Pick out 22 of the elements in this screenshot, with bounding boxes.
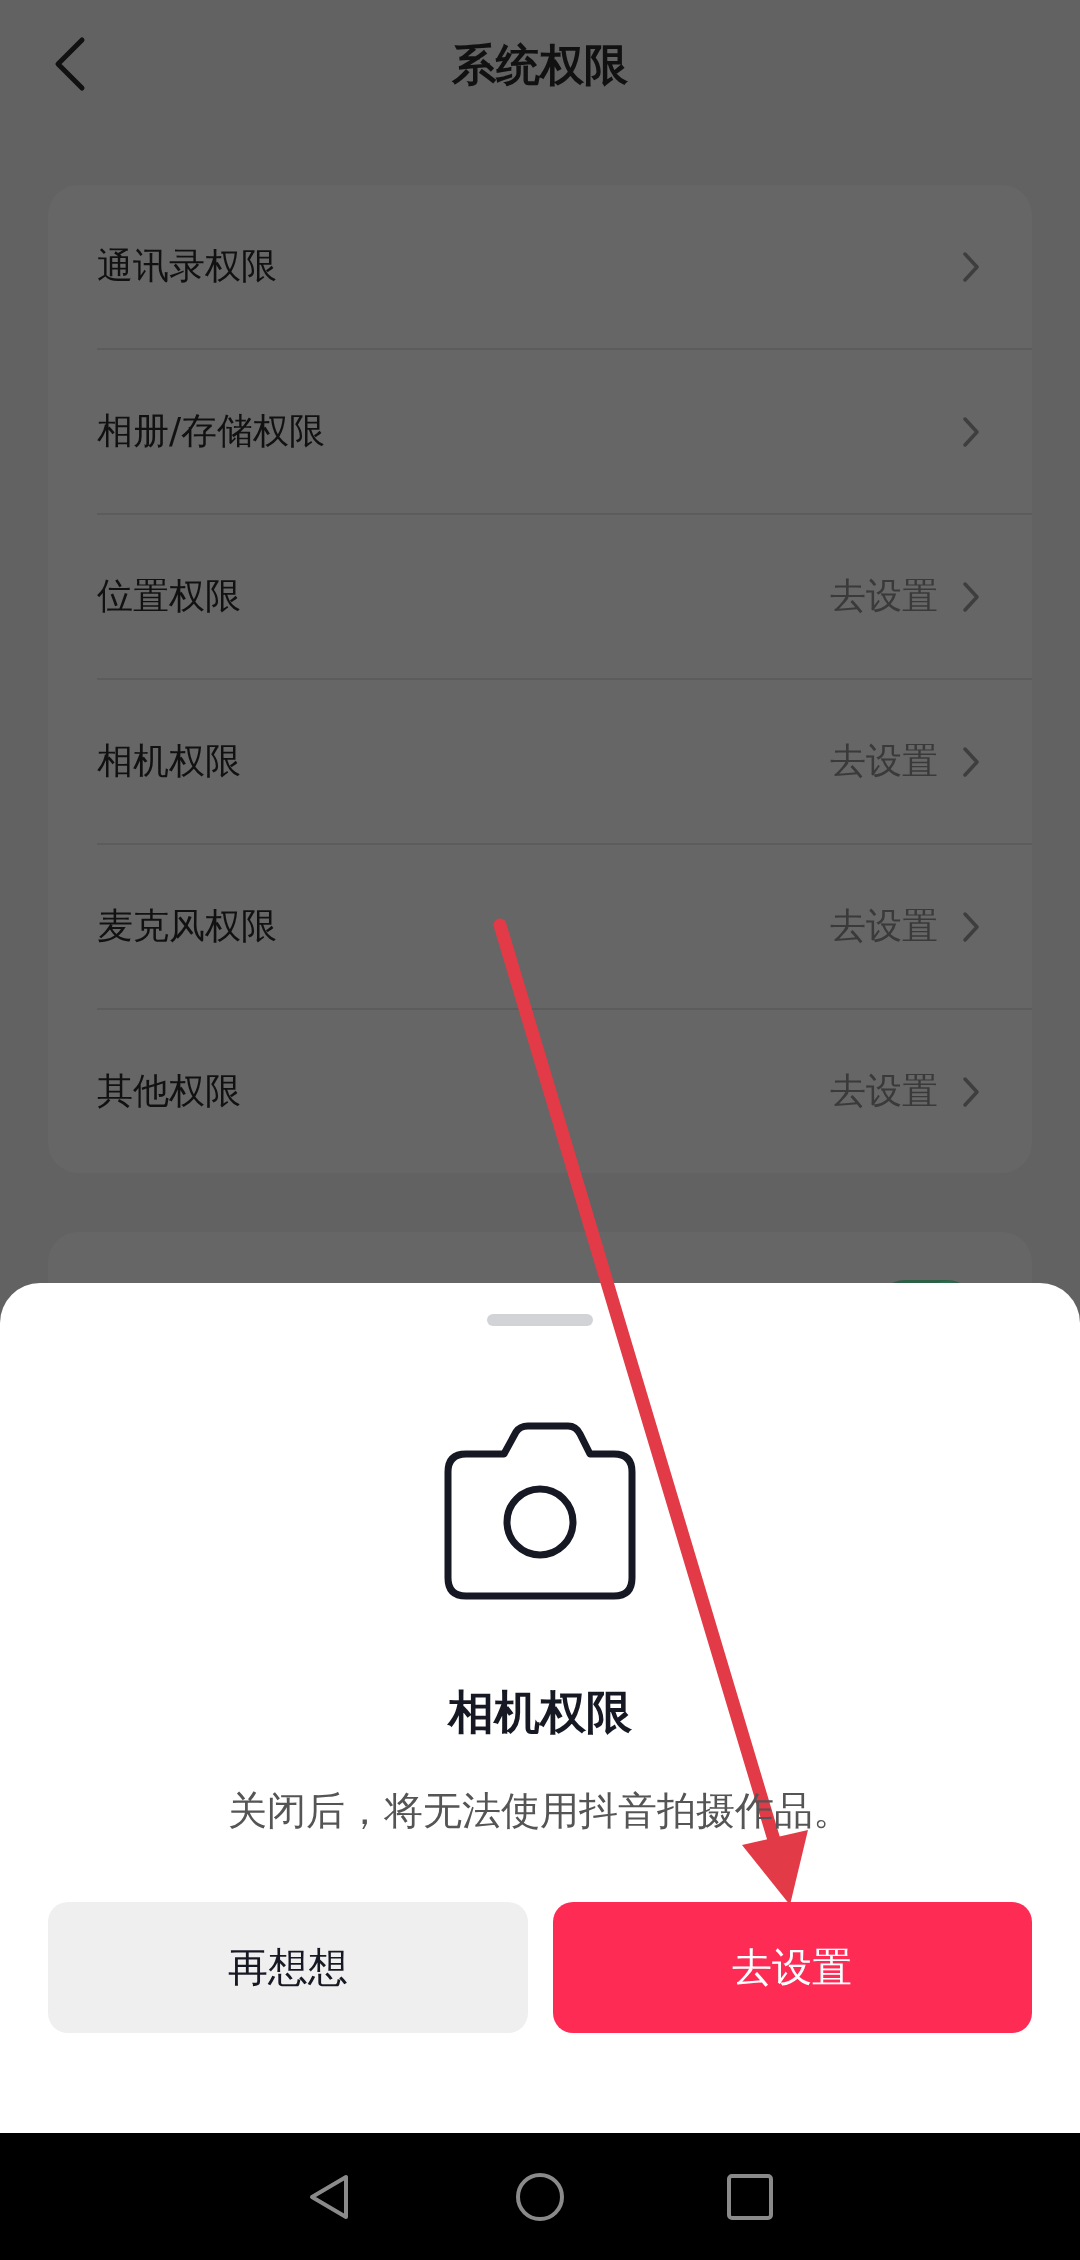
permission-label: 其他权限 [97, 1069, 242, 1113]
permission-label: 麦克风权限 [97, 904, 278, 948]
chevron-right-icon [962, 910, 980, 943]
chevron-right-icon [962, 745, 980, 778]
permission-label: 相机权限 [97, 739, 242, 783]
chevron-right-icon [962, 1075, 980, 1108]
permission-label: 通讯录权限 [97, 244, 278, 288]
chevron-right-icon [962, 250, 980, 283]
home-icon[interactable] [515, 2171, 565, 2222]
page-title: 系统权限 [452, 37, 628, 92]
camera-icon [444, 1422, 636, 1600]
permission-row[interactable]: 通讯录权限 [97, 185, 1032, 350]
go-to-settings-button[interactable]: 去设置 [552, 1902, 1032, 2033]
permission-label: 相册/存储权限 [97, 409, 327, 453]
recent-apps-icon[interactable] [725, 2171, 775, 2222]
chevron-right-icon [962, 580, 980, 613]
sheet-title: 相机权限 [448, 1684, 632, 1741]
permission-row[interactable]: 相册/存储权限 [97, 350, 1032, 515]
chevron-right-icon [962, 415, 980, 448]
drag-handle[interactable] [487, 1314, 593, 1326]
cancel-button[interactable]: 再想想 [48, 1902, 528, 2033]
permission-label: 位置权限 [97, 574, 242, 618]
